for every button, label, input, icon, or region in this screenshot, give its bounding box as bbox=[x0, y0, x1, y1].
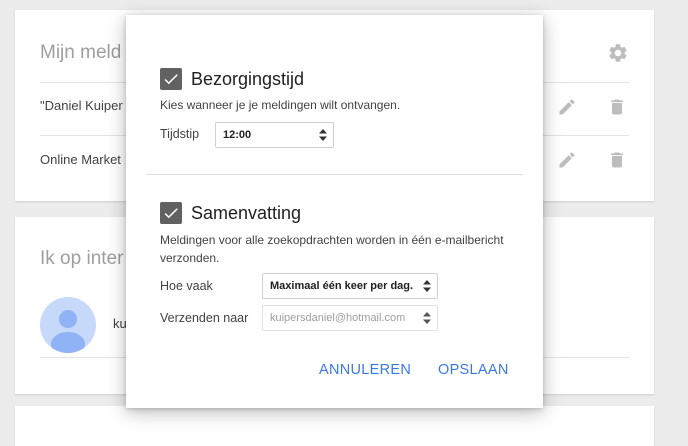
select-arrows-icon bbox=[319, 129, 327, 141]
checkbox-checked-icon bbox=[164, 208, 178, 219]
checkbox-checked-icon bbox=[164, 74, 178, 85]
avatar bbox=[40, 297, 96, 353]
alerts-card-title: Mijn meld bbox=[40, 42, 122, 63]
pencil-icon[interactable] bbox=[557, 97, 577, 117]
delivery-settings-dialog: Bezorgingstijd Kies wanneer je je meldin… bbox=[126, 15, 543, 408]
cancel-button[interactable]: ANNULEREN bbox=[319, 362, 411, 378]
summary-title: Samenvatting bbox=[191, 203, 302, 223]
frequency-select[interactable]: Maximaal één keer per dag. bbox=[262, 273, 438, 299]
delivery-description: Kies wanneer je je meldingen wilt ontvan… bbox=[160, 98, 401, 112]
gear-icon[interactable] bbox=[607, 42, 629, 64]
send-to-select[interactable]: kuipersdaniel@hotmail.com bbox=[262, 305, 438, 331]
send-to-label: Verzenden naar bbox=[160, 311, 249, 325]
pencil-icon[interactable] bbox=[557, 150, 577, 170]
summary-checkbox[interactable] bbox=[160, 202, 182, 224]
trash-icon[interactable] bbox=[607, 97, 627, 117]
time-select[interactable]: 12:00 bbox=[215, 122, 334, 148]
summary-description-line1: Meldingen voor alle zoekopdrachten worde… bbox=[160, 233, 504, 247]
bottom-card bbox=[15, 406, 654, 446]
time-label: Tijdstip bbox=[160, 127, 200, 141]
frequency-select-value: Maximaal één keer per dag. bbox=[270, 280, 414, 292]
delivery-checkbox[interactable] bbox=[160, 68, 182, 90]
select-arrows-icon bbox=[423, 280, 431, 292]
select-arrows-icon bbox=[423, 312, 431, 324]
time-select-value: 12:00 bbox=[223, 129, 252, 141]
save-button[interactable]: OPSLAAN bbox=[438, 362, 509, 378]
trash-icon[interactable] bbox=[607, 150, 627, 170]
send-to-select-value: kuipersdaniel@hotmail.com bbox=[270, 312, 406, 324]
delivery-title: Bezorgingstijd bbox=[191, 69, 305, 89]
avatar-icon bbox=[51, 310, 85, 353]
section-divider bbox=[146, 174, 523, 175]
account-text: ku bbox=[113, 316, 127, 331]
summary-description-line2: verzonden. bbox=[160, 251, 220, 265]
frequency-label: Hoe vaak bbox=[160, 279, 213, 293]
alert-row-1-text[interactable]: "Daniel Kuiper bbox=[40, 98, 123, 113]
internet-card-title: Ik op inter bbox=[40, 248, 124, 269]
alert-row-2-text[interactable]: Online Market bbox=[40, 152, 121, 167]
